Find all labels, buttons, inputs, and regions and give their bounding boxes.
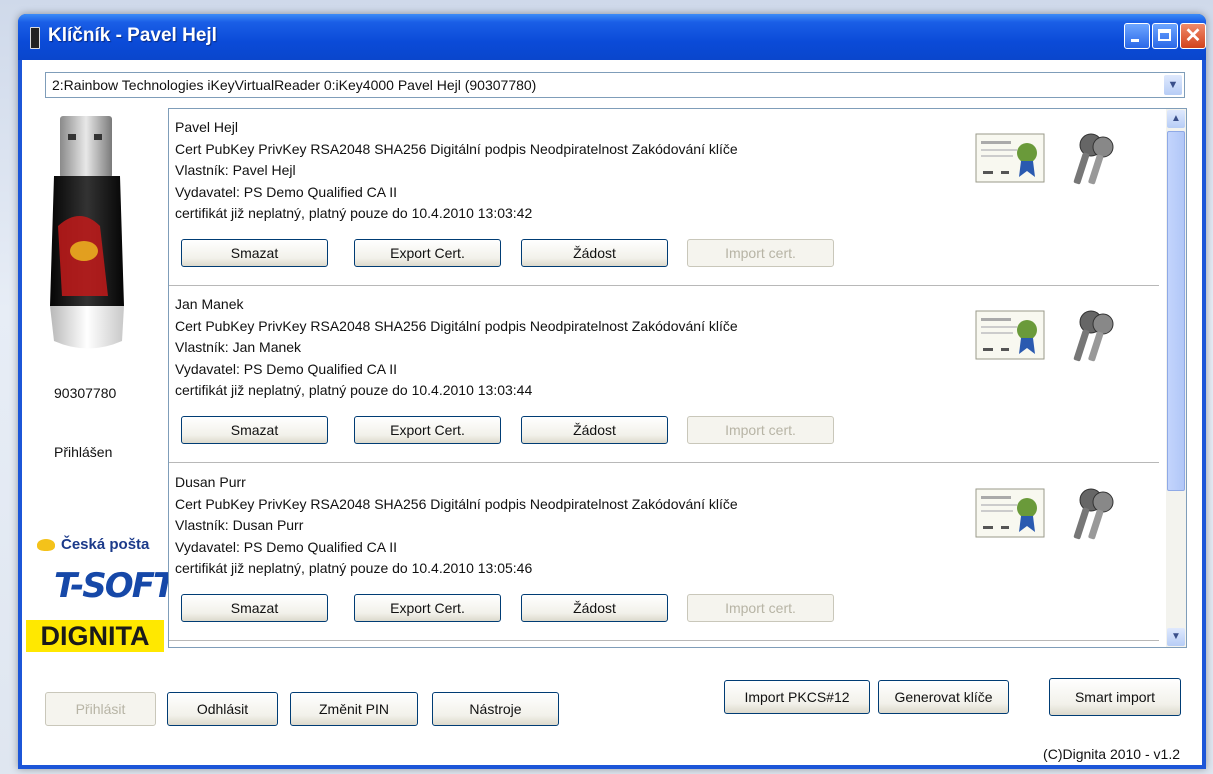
usb-token-image [50,116,124,349]
ceska-posta-logo: Česká pošta [37,536,149,553]
scroll-up-icon[interactable]: ▲ [1167,110,1185,128]
login-status: Přihlášen [54,444,113,460]
certificate-icon [975,310,1045,360]
entry-text: Dusan Purr Cert PubKey PrivKey RSA2048 S… [175,472,738,580]
list-scrollbar[interactable]: ▲ ▼ [1166,109,1186,647]
scroll-thumb[interactable] [1167,131,1185,491]
title-bar[interactable]: Klíčník - Pavel Hejl ✕ [18,14,1206,60]
post-horn-icon [37,539,55,552]
entry-validity: certifikát již neplatný, platný pouze do… [175,382,533,398]
ceska-posta-label: Česká pošta [61,536,150,553]
chevron-down-icon[interactable]: ▼ [1164,75,1182,95]
entry-owner: Vlastník: Pavel Hejl [175,162,296,178]
entry-issuer: Vydavatel: PS Demo Qualified CA II [175,538,398,555]
entry-name: Dusan Purr [175,474,246,490]
app-icon [30,27,40,49]
entry-name: Pavel Hejl [175,119,239,135]
entry-text: Pavel Hejl Cert PubKey PrivKey RSA2048 S… [175,117,738,225]
request-button[interactable]: Žádost [521,594,668,622]
dignita-logo: DIGNITA [26,620,164,652]
delete-button[interactable]: Smazat [181,416,328,444]
content-panel: 2:Rainbow Technologies iKeyVirtualReader… [22,60,1202,765]
list-item: Pavel Hejl Cert PubKey PrivKey RSA2048 S… [169,109,1159,286]
client-area: 2:Rainbow Technologies iKeyVirtualReader… [22,60,1202,765]
token-serial: 90307780 [54,385,117,401]
entry-details: Cert PubKey PrivKey RSA2048 SHA256 Digit… [175,317,738,334]
scroll-down-icon[interactable]: ▼ [1167,628,1185,646]
keys-icon [1073,310,1114,362]
entry-details: Cert PubKey PrivKey RSA2048 SHA256 Digit… [175,140,738,157]
entry-text: Jan Manek Cert PubKey PrivKey RSA2048 SH… [175,294,738,402]
import-cert-button[interactable]: Import cert. [687,239,834,267]
logout-button[interactable]: Odhlásit [167,692,278,726]
entry-owner: Vlastník: Jan Manek [175,339,302,355]
certificate-list[interactable]: Pavel Hejl Cert PubKey PrivKey RSA2048 S… [168,108,1187,648]
close-icon: ✕ [1184,25,1202,47]
delete-button[interactable]: Smazat [181,594,328,622]
certificate-icon [975,133,1045,183]
entry-issuer: Vydavatel: PS Demo Qualified CA II [175,183,398,200]
smart-import-button[interactable]: Smart import [1049,678,1181,716]
window-title: Klíčník - Pavel Hejl [48,25,217,46]
reader-select-value: 2:Rainbow Technologies iKeyVirtualReader… [52,77,537,93]
keys-icon [1073,488,1114,540]
generate-keys-button[interactable]: Generovat klíče [878,680,1009,714]
change-pin-button[interactable]: Změnit PIN [290,692,418,726]
tools-button[interactable]: Nástroje [432,692,559,726]
export-cert-button[interactable]: Export Cert. [354,594,501,622]
maximize-button[interactable] [1152,23,1178,49]
request-button[interactable]: Žádost [521,416,668,444]
entry-details: Cert PubKey PrivKey RSA2048 SHA256 Digit… [175,495,738,512]
reader-select[interactable]: 2:Rainbow Technologies iKeyVirtualReader… [45,72,1185,98]
import-cert-button[interactable]: Import cert. [687,416,834,444]
request-button[interactable]: Žádost [521,239,668,267]
entry-name: Jan Manek [175,296,244,312]
tsoft-logo: T-SOFT [54,566,176,606]
import-pkcs12-button[interactable]: Import PKCS#12 [724,680,870,714]
close-button[interactable]: ✕ [1180,23,1206,49]
list-item: Dusan Purr Cert PubKey PrivKey RSA2048 S… [169,464,1159,641]
export-cert-button[interactable]: Export Cert. [354,239,501,267]
delete-button[interactable]: Smazat [181,239,328,267]
keys-icon [1073,133,1114,185]
entry-owner: Vlastník: Dusan Purr [175,517,304,533]
login-button[interactable]: Přihlásit [45,692,156,726]
main-window: Klíčník - Pavel Hejl ✕ 2:Rainbow Technol… [18,14,1206,769]
entry-validity: certifikát již neplatný, platný pouze do… [175,205,533,221]
entry-validity: certifikát již neplatný, platný pouze do… [175,560,533,576]
entry-issuer: Vydavatel: PS Demo Qualified CA II [175,360,398,377]
export-cert-button[interactable]: Export Cert. [354,416,501,444]
import-cert-button[interactable]: Import cert. [687,594,834,622]
certificate-icon [975,488,1045,538]
minimize-button[interactable] [1124,23,1150,49]
list-item: Jan Manek Cert PubKey PrivKey RSA2048 SH… [169,286,1159,463]
copyright-text: (C)Dignita 2010 - v1.2 [1043,746,1180,762]
